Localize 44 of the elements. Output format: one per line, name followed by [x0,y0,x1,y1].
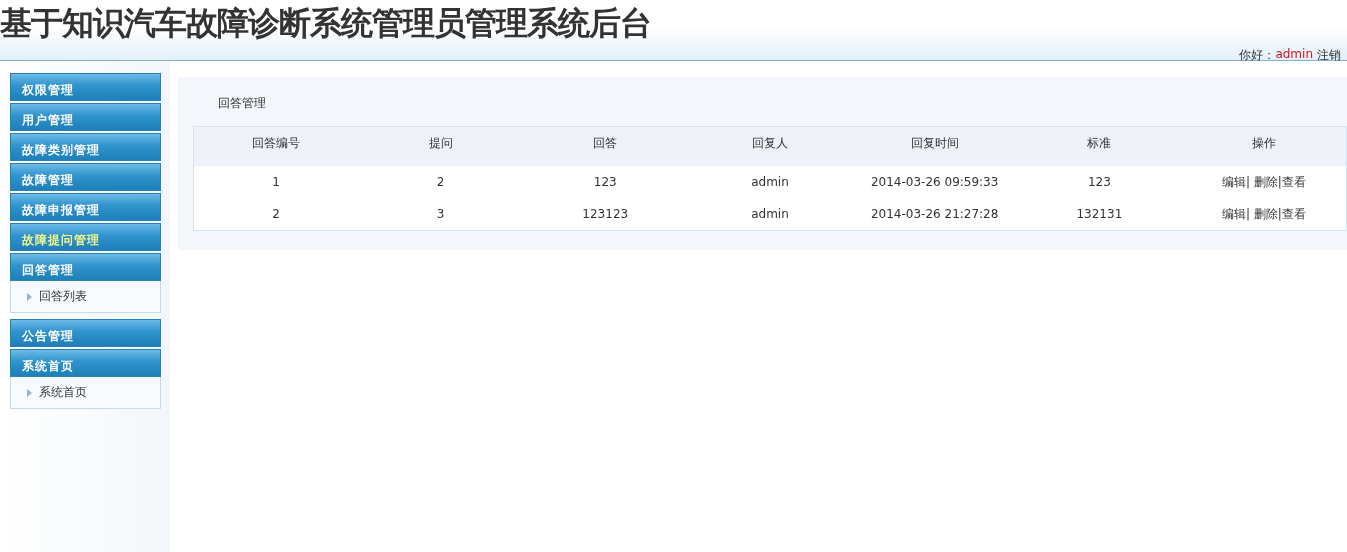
table-cell: 132131 [1017,198,1182,231]
table-cell: 2 [358,166,523,198]
menu-group-header[interactable]: 回答管理 [10,253,161,281]
table-cell: 123123 [522,198,688,231]
action-link[interactable]: 编辑 [1221,174,1246,189]
menu-group-header[interactable]: 故障管理 [10,163,161,191]
menu-group-header[interactable]: 权限管理 [10,73,161,101]
logout-link[interactable]: 注销 [1317,47,1341,64]
menu-group-header[interactable]: 公告管理 [10,319,161,347]
caret-icon [27,292,32,301]
submenu-item[interactable]: 系统首页 [27,384,160,401]
greeting-text: 你好： [1239,47,1276,64]
separator-text: | [1277,206,1282,221]
separator-text: | [1245,206,1251,221]
column-header: 提问 [358,126,523,166]
table-cell: 2014-03-26 09:59:33 [852,166,1017,198]
page-title: 基于知识汽车故障诊断系统管理员管理系统后台 [0,3,651,44]
menu-group-header[interactable]: 用户管理 [10,103,161,131]
column-header: 操作 [1181,126,1347,166]
table-cell: 123 [522,166,688,198]
action-link[interactable]: 删除 [1253,174,1278,189]
column-header: 回答 [522,126,688,166]
column-header: 回复人 [687,126,853,166]
column-header: 标准 [1017,126,1182,166]
submenu-item[interactable]: 回答列表 [27,288,160,305]
menu-group-header[interactable]: 故障类别管理 [10,133,161,161]
separator-text: | [1245,174,1251,189]
table-cell: 3 [358,198,523,231]
section-title: 回答管理 [218,95,267,112]
table-cell: 123 [1017,166,1182,198]
table-cell: 2 [193,198,359,231]
table-cell: admin [687,198,853,231]
caret-icon [27,388,32,397]
user-name: admin [1275,47,1313,63]
table-cell: 2014-03-26 21:27:28 [852,198,1017,231]
menu-group-header[interactable]: 系统首页 [10,349,161,377]
menu-group-header[interactable]: 故障申报管理 [10,193,161,221]
column-header: 回答编号 [193,126,359,166]
table-cell: admin [687,166,853,198]
action-link[interactable]: 编辑 [1221,206,1246,221]
separator-text: | [1277,174,1282,189]
action-link[interactable]: 删除 [1253,206,1278,221]
column-header: 回复时间 [852,126,1017,166]
table-cell: 1 [193,166,359,198]
